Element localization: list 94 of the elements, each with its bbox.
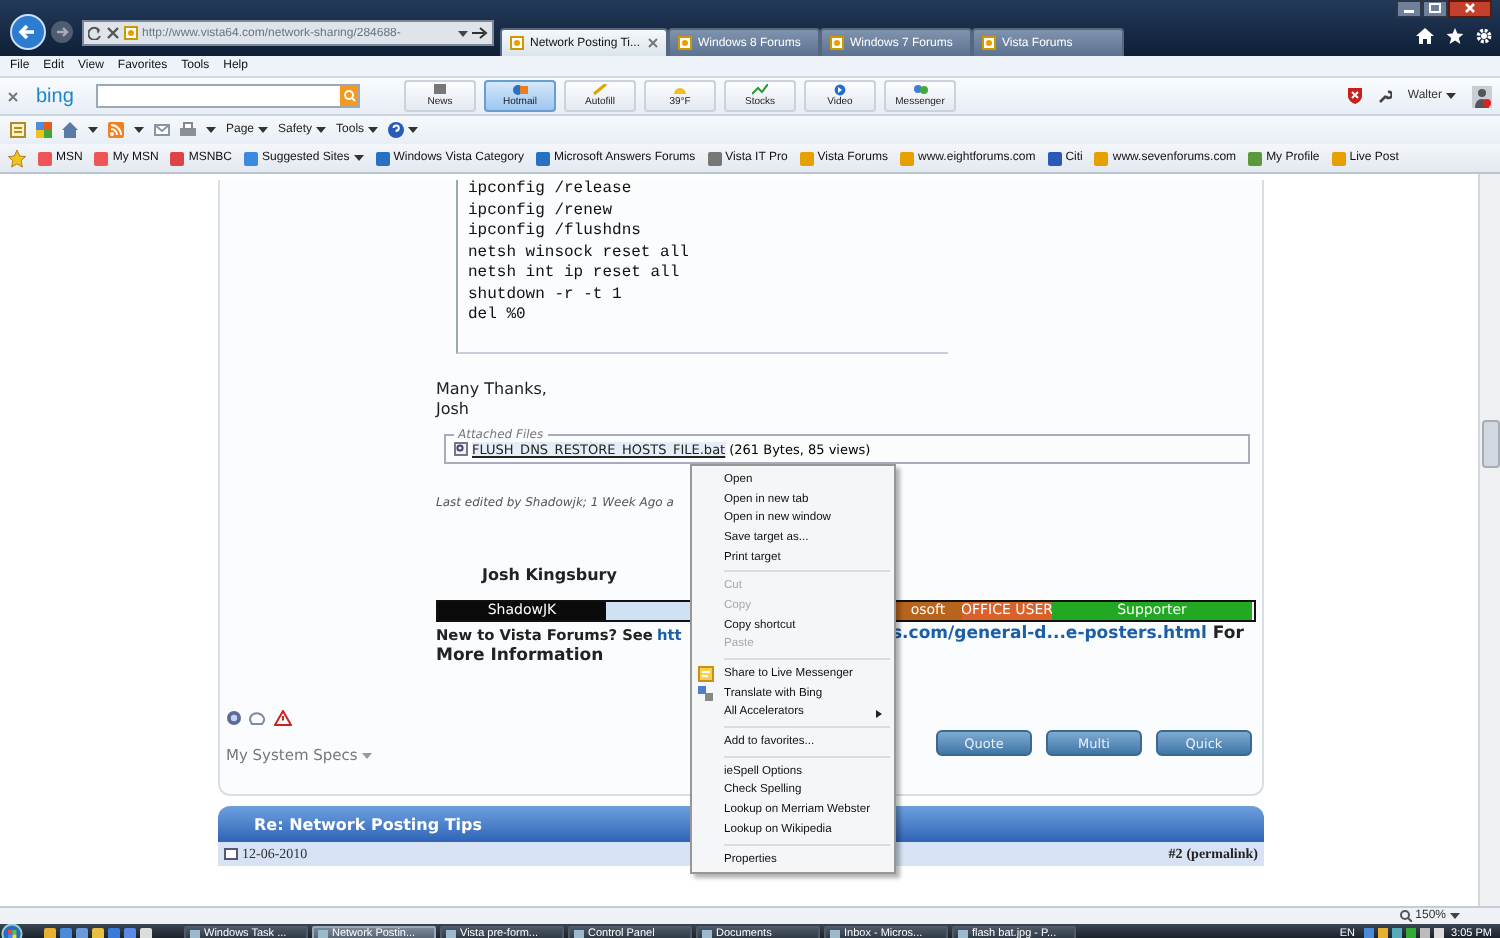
caret-icon: [1450, 912, 1460, 920]
app-icon: [958, 929, 968, 938]
code-line: shutdown -r -t 1: [468, 285, 624, 306]
site-icon: [535, 151, 550, 165]
closing-text: Many Thanks,: [436, 379, 549, 399]
caret-icon: [458, 29, 468, 37]
site-icon: [38, 151, 52, 165]
promo-link[interactable]: s.com/general-d...e-posters.html: [892, 623, 1207, 645]
scrollbar-thumb[interactable]: [1481, 420, 1499, 468]
app-icon: [574, 929, 584, 938]
tray-icons-drawing[interactable]: [1363, 928, 1444, 938]
promo-text: More Information: [436, 645, 604, 667]
site-icon: [170, 151, 185, 165]
site-icon: [1331, 151, 1346, 165]
caret-icon: [1446, 92, 1456, 100]
rss-feed-icon[interactable]: [108, 122, 124, 138]
button-icon: [432, 84, 448, 96]
post-icon: [224, 848, 238, 860]
promo-text: For: [1212, 623, 1244, 645]
scrollbar[interactable]: [1478, 174, 1500, 906]
feed-view-icon[interactable]: [10, 122, 26, 138]
close-icon[interactable]: [1448, 0, 1492, 18]
button-icon: [592, 84, 608, 96]
site-icon: [375, 151, 390, 165]
back-icon[interactable]: [10, 14, 46, 50]
page-icon: [124, 26, 138, 40]
go-icon[interactable]: [472, 26, 488, 40]
submenu-arrow-icon: [876, 709, 882, 718]
search-field[interactable]: [96, 84, 360, 108]
refresh-icon[interactable]: [88, 26, 102, 40]
code-line: del %0: [468, 306, 528, 327]
minimize-icon[interactable]: [1396, 0, 1422, 18]
site-icon: [707, 151, 722, 165]
button-icon: [752, 84, 768, 96]
restore-icon[interactable]: [1422, 0, 1448, 18]
button-icon: [912, 84, 928, 96]
file-icon: [454, 442, 468, 456]
print-icon[interactable]: [180, 122, 196, 138]
search-icon[interactable]: [340, 86, 358, 106]
app-icon: [446, 929, 456, 938]
page-icon: [510, 36, 524, 50]
caret-icon: [408, 126, 419, 134]
site-icon: [94, 151, 109, 165]
app-icon: [830, 929, 840, 938]
wrench-icon[interactable]: [1377, 89, 1392, 103]
shield-icon[interactable]: [1347, 88, 1362, 104]
code-line: ipconfig /release: [468, 180, 634, 201]
page-icon: [678, 36, 692, 50]
button-icon: [672, 84, 688, 96]
code-line: netsh int ip reset all: [468, 264, 682, 285]
site-icon: [900, 151, 915, 165]
mail-icon[interactable]: [154, 124, 170, 136]
signature-name: Josh Kingsbury: [482, 565, 617, 583]
code-line: ipconfig /renew: [468, 201, 615, 222]
page-icon: [982, 36, 996, 50]
button-icon: [832, 84, 848, 96]
bing-logo: bing: [36, 85, 76, 107]
favorites-star-icon[interactable]: [8, 149, 26, 167]
code-line: netsh winsock reset all: [468, 243, 691, 264]
caret-icon: [353, 154, 364, 162]
site-icon: [799, 151, 814, 165]
translate-icon: [698, 685, 714, 702]
caret-icon: [316, 126, 327, 134]
site-icon: [244, 151, 259, 165]
button-icon: [512, 84, 528, 96]
caret-icon: [368, 126, 379, 134]
app-icon: [318, 929, 328, 938]
windows-icon[interactable]: [36, 122, 52, 138]
help-menu[interactable]: [388, 122, 419, 138]
caret-icon: [88, 126, 98, 134]
home-icon[interactable]: [1416, 28, 1434, 44]
settings-icon[interactable]: [1476, 28, 1492, 44]
caret-icon: [134, 126, 144, 134]
help-icon: [388, 122, 405, 138]
closing-text: Josh: [436, 399, 471, 419]
forward-icon[interactable]: [50, 20, 74, 44]
user-avatar-icon[interactable]: [1472, 85, 1492, 107]
share-icon: [698, 666, 714, 683]
page-icon: [830, 36, 844, 50]
app-icon: [190, 929, 200, 938]
star-icon[interactable]: [1446, 28, 1464, 44]
site-icon: [1248, 151, 1263, 165]
caret-icon: [361, 751, 372, 759]
magnifier-icon: [1399, 910, 1412, 922]
site-icon: [1047, 151, 1062, 165]
online-status-icon: [226, 710, 242, 726]
warning-icon[interactable]: [274, 710, 292, 726]
site-icon: [1094, 151, 1109, 165]
caret-icon: [206, 126, 216, 134]
stop-icon[interactable]: [106, 26, 120, 40]
code-line: ipconfig /flushdns: [468, 222, 643, 243]
app-icon: [702, 929, 712, 938]
start-orb-icon[interactable]: [0, 924, 24, 938]
caret-icon: [258, 126, 269, 134]
